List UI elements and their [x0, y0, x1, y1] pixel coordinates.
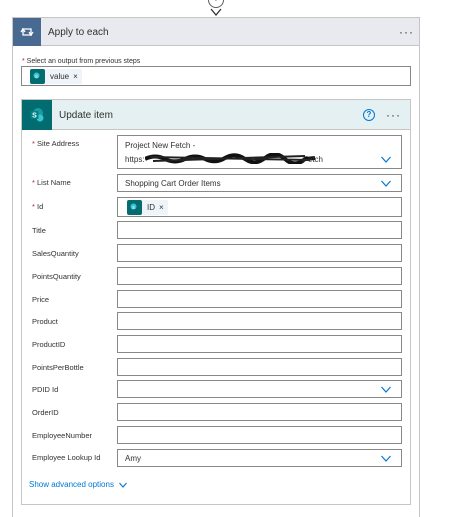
pdid-id-label: PDID Id [32, 385, 59, 394]
points-per-bottle-label: PointsPerBottle [32, 363, 84, 372]
site-address-name: Project New Fetch - [125, 141, 196, 150]
product-label: Product [32, 317, 58, 326]
redaction-scribble [145, 153, 315, 164]
site-address-label: * Site Address [32, 139, 80, 148]
points-quantity-field[interactable] [117, 267, 402, 285]
site-address-url-tail: Fetch [303, 155, 324, 164]
apply-to-each-more-button[interactable]: ··· [399, 26, 414, 38]
chevron-down-icon[interactable] [381, 455, 391, 462]
employee-lookup-id-value: Amy [125, 454, 141, 463]
id-token[interactable]: s ID × [127, 200, 168, 215]
product-id-field[interactable] [117, 335, 402, 353]
employee-number-field[interactable] [117, 426, 402, 444]
list-name-value: Shopping Cart Order Items [125, 179, 221, 188]
apply-to-each-header[interactable]: Apply to each ··· [13, 18, 419, 46]
chevron-down-icon [119, 482, 127, 488]
points-quantity-label: PointsQuantity [32, 272, 81, 281]
chevron-down-icon[interactable] [381, 156, 391, 163]
help-icon[interactable]: ? [363, 109, 375, 121]
order-id-field[interactable] [117, 403, 402, 421]
employee-number-label: EmployeeNumber [32, 431, 93, 440]
value-token-remove-button[interactable]: × [73, 72, 78, 81]
chevron-down-icon[interactable] [381, 386, 391, 393]
chevron-down-icon[interactable] [381, 180, 391, 187]
price-field[interactable] [117, 290, 402, 308]
id-token-remove-button[interactable]: × [159, 203, 164, 212]
arrow-down-icon [210, 8, 222, 17]
loop-icon [13, 18, 41, 46]
sharepoint-icon: S [22, 100, 52, 130]
employee-lookup-id-field[interactable]: Amy [117, 449, 402, 467]
update-item-header[interactable]: S Update item ? ··· [22, 100, 410, 130]
sharepoint-icon: s [30, 69, 45, 84]
id-token-label: ID [147, 203, 155, 212]
order-id-label: OrderID [32, 408, 59, 417]
sharepoint-icon: s [127, 200, 142, 215]
id-label: * Id [32, 202, 44, 211]
show-advanced-options-label: Show advanced options [29, 480, 114, 489]
update-item-more-button[interactable]: ··· [386, 109, 401, 121]
list-name-field[interactable]: Shopping Cart Order Items [117, 174, 402, 192]
id-field[interactable]: s ID × [117, 197, 402, 217]
title-field[interactable] [117, 221, 402, 239]
price-label: Price [32, 295, 50, 304]
svg-text:S: S [32, 113, 37, 120]
show-advanced-options-link[interactable]: Show advanced options [29, 480, 127, 489]
product-field[interactable] [117, 312, 402, 330]
value-token-label: value [50, 72, 70, 81]
title-label: Title [32, 226, 46, 235]
select-output-field[interactable]: s value × [21, 66, 411, 86]
employee-lookup-id-label: Employee Lookup Id [32, 453, 101, 462]
pdid-id-field[interactable] [117, 380, 402, 398]
apply-to-each-title: Apply to each [48, 27, 109, 38]
product-id-label: ProductID [32, 340, 66, 349]
update-item-title: Update item [59, 110, 113, 121]
site-address-field[interactable]: Project New Fetch - https: Fetch [117, 135, 402, 169]
value-token[interactable]: s value × [30, 69, 82, 84]
sales-quantity-label: SalesQuantity [32, 249, 79, 258]
update-item-card: S Update item ? ··· * Site Address Proje… [21, 99, 411, 505]
select-output-label: * Select an output from previous steps [22, 58, 141, 65]
list-name-label: * List Name [32, 178, 71, 187]
site-address-url: https: [125, 155, 145, 164]
points-per-bottle-field[interactable] [117, 358, 402, 376]
sales-quantity-field[interactable] [117, 244, 402, 262]
